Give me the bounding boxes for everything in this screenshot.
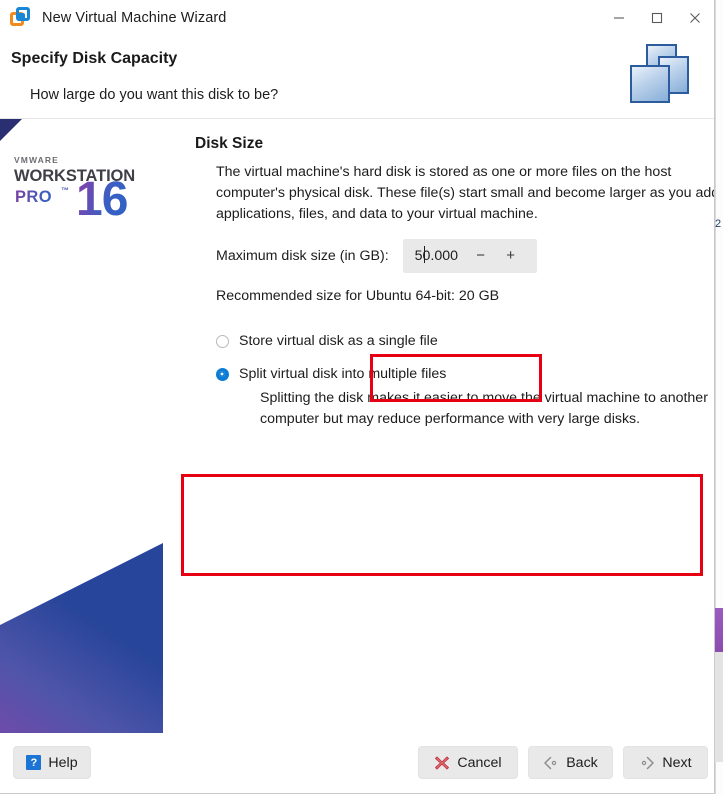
- cancel-button[interactable]: Cancel: [418, 746, 518, 779]
- product-branding: VMWARE WORKSTATION PRO ™ 16: [14, 155, 159, 242]
- window-title: New Virtual Machine Wizard: [42, 9, 227, 26]
- branding-sidebar: VMWARE WORKSTATION PRO ™ 16: [0, 119, 163, 733]
- back-button[interactable]: Back: [528, 746, 613, 779]
- brand-vmware-label: VMWARE: [14, 155, 59, 165]
- wizard-header: Specify Disk Capacity How large do you w…: [0, 35, 714, 119]
- back-button-label: Back: [566, 754, 598, 771]
- spinner-decrement-button[interactable]: −: [468, 240, 494, 272]
- page-subtitle: How large do you want this disk to be?: [30, 87, 279, 103]
- corner-triangle: [0, 119, 22, 141]
- question-mark-icon: ?: [26, 755, 42, 770]
- brand-version-label: 16: [76, 173, 128, 226]
- cancel-button-label: Cancel: [457, 754, 502, 771]
- option-split-files-label: Split virtual disk into multiple files: [239, 365, 447, 382]
- spinner-increment-button[interactable]: +: [498, 240, 524, 272]
- option-single-file-label: Store virtual disk as a single file: [239, 332, 438, 349]
- disk-panes-icon: [628, 44, 692, 106]
- help-button-label: Help: [48, 754, 78, 771]
- section-title: Disk Size: [195, 135, 264, 152]
- next-button-label: Next: [662, 754, 692, 771]
- disk-size-row: Maximum disk size (in GB): 50.000 − +: [216, 238, 701, 273]
- background-window-glyph: 2: [715, 218, 722, 230]
- maximize-icon[interactable]: [638, 0, 676, 35]
- title-bar: New Virtual Machine Wizard: [0, 0, 714, 35]
- recommended-size-text: Recommended size for Ubuntu 64-bit: 20 G…: [216, 287, 500, 304]
- wizard-body: VMWARE WORKSTATION PRO ™ 16 Disk Size Th…: [0, 119, 714, 733]
- option-single-file[interactable]: Store virtual disk as a single file: [216, 332, 701, 351]
- page-title: Specify Disk Capacity: [11, 50, 178, 67]
- radio-split-files[interactable]: [216, 367, 229, 381]
- disk-description: The virtual machine's hard disk is store…: [216, 164, 715, 222]
- option-split-files[interactable]: Split virtual disk into multiple files: [216, 365, 701, 384]
- disk-storage-options: Store virtual disk as a single file Spli…: [216, 332, 708, 430]
- disk-size-input[interactable]: 50.000: [415, 245, 458, 264]
- brand-trademark: ™: [61, 186, 69, 195]
- main-panel: Disk Size The virtual machine's hard dis…: [163, 119, 715, 733]
- window-controls: [600, 0, 714, 35]
- disk-size-label: Maximum disk size (in GB):: [216, 247, 389, 264]
- new-virtual-machine-wizard-dialog: New Virtual Machine Wizard Specify Disk …: [0, 0, 715, 794]
- background-window-accent: [715, 608, 723, 652]
- sidebar-gradient: [0, 543, 163, 733]
- minimize-icon[interactable]: [600, 0, 638, 35]
- radio-single-file[interactable]: [216, 334, 229, 348]
- close-icon[interactable]: [676, 0, 714, 35]
- chevron-right-icon: [639, 756, 655, 770]
- next-button[interactable]: Next: [623, 746, 708, 779]
- help-button[interactable]: ? Help: [13, 746, 91, 779]
- background-window-panel: [715, 652, 723, 762]
- red-x-icon: [434, 755, 450, 771]
- chevron-left-icon: [543, 756, 559, 770]
- wizard-footer: ? Help Cancel Back Next: [0, 733, 714, 793]
- option-split-files-description: Splitting the disk makes it easier to mo…: [260, 390, 708, 427]
- text-caret: [423, 245, 425, 263]
- vmware-logo-icon: [10, 6, 32, 29]
- maximum-disk-size-spinner[interactable]: 50.000 − +: [402, 238, 537, 273]
- brand-pro-label: PRO: [15, 188, 52, 206]
